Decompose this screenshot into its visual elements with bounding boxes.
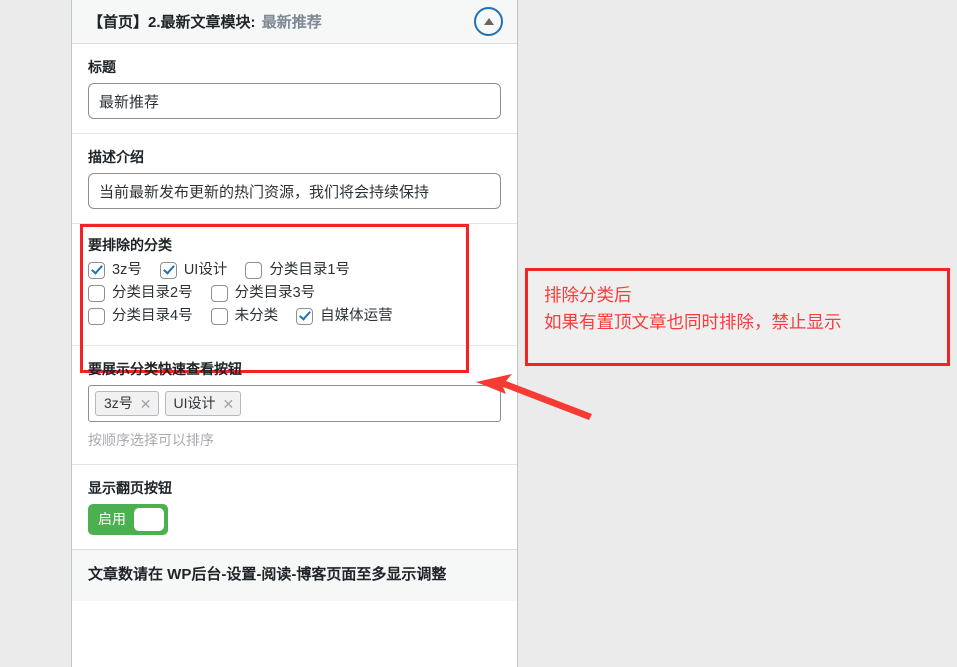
checkbox-label: 分类目录3号 [234, 284, 316, 301]
checkbox-label: 自媒体运营 [320, 307, 393, 324]
checkbox-box[interactable] [88, 261, 105, 279]
checkbox-label: 未分类 [234, 307, 279, 324]
checkbox-label: 分类目录2号 [112, 284, 193, 301]
annotation-line-2: 如果有置顶文章也同时排除，禁止显示 [544, 312, 842, 333]
field-show-pagination: 显示翻页按钮 启用 [72, 465, 517, 549]
chip-ui-design[interactable]: UI设计 ✕ [164, 390, 242, 417]
checkbox-box[interactable] [159, 261, 177, 279]
footer-note: 文章数请在 WP后台-设置-阅读-博客页面至多显示调整 [72, 548, 517, 602]
description-input[interactable] [88, 173, 501, 210]
panel-body: 标题 描述介绍 要排除的分类 3z号 UI设计 [72, 44, 517, 602]
field-quick-view-label: 要展示分类快速查看按钮 [88, 360, 242, 377]
field-quick-view-categories: 要展示分类快速查看按钮 3z号 ✕ UI设计 ✕ 按顺序选择可以排序 [72, 346, 517, 464]
checkbox-item-uncategorized[interactable]: 未分类 [210, 307, 279, 325]
collapse-section-button[interactable] [474, 7, 503, 36]
checkbox-label: 分类目录4号 [112, 307, 193, 324]
customizer-panel: 【首页】2.最新文章模块: 最新推荐 标题 描述介绍 要排除的分类 [71, 0, 518, 667]
checkbox-box[interactable] [296, 307, 314, 325]
checkbox-item-ui-design[interactable]: UI设计 [159, 261, 228, 279]
checkbox-item-3z[interactable]: 3z号 [88, 261, 142, 279]
checkbox-item-category-3[interactable]: 分类目录3号 [210, 284, 316, 302]
field-title-label: 标题 [88, 59, 116, 75]
checkbox-row: 分类目录4号 未分类 自媒体运营 [88, 307, 501, 325]
field-quick-view-hint: 按顺序选择可以排序 [88, 432, 214, 449]
checkbox-row: 分类目录2号 分类目录3号 [88, 284, 501, 302]
field-title: 标题 [72, 44, 517, 133]
checkbox-rows: 3z号 UI设计 分类目录1号 分类目录2号 分类目录3号 分类目录4号 未分类… [88, 261, 501, 325]
chip-label: 3z号 [104, 394, 133, 411]
field-exclude-categories: 要排除的分类 3z号 UI设计 分类目录1号 分类目录2号 分类目录3号 分类目… [72, 224, 517, 374]
field-description-label: 描述介绍 [88, 149, 144, 166]
annotation-callout: 排除分类后 如果有置顶文章也同时排除，禁止显示 [525, 268, 950, 366]
panel-title-sub: 最新推荐 [261, 14, 322, 31]
toggle-label: 启用 [98, 511, 126, 528]
checkbox-label: 3z号 [112, 261, 142, 278]
annotation-line-1: 排除分类后 [544, 285, 632, 305]
page-title: 【首页】2.最新文章模块: 最新推荐 [88, 11, 474, 32]
field-exclude-categories-label: 要排除的分类 [88, 237, 172, 254]
close-icon[interactable]: ✕ [140, 397, 152, 411]
checkbox-label: 分类目录1号 [269, 261, 350, 278]
field-show-pagination-label: 显示翻页按钮 [88, 479, 172, 496]
checkbox-item-category-1[interactable]: 分类目录1号 [245, 261, 350, 279]
show-pagination-toggle[interactable]: 启用 [88, 503, 168, 535]
checkbox-item-category-4[interactable]: 分类目录4号 [88, 307, 193, 325]
checkbox-box[interactable] [245, 261, 263, 279]
checkbox-label: UI设计 [183, 261, 228, 278]
panel-header: 【首页】2.最新文章模块: 最新推荐 [72, 0, 517, 44]
toggle-knob[interactable] [134, 507, 164, 531]
field-description: 描述介绍 [72, 134, 517, 223]
panel-title-main: 【首页】2.最新文章模块: [88, 14, 256, 31]
checkbox-box[interactable] [210, 307, 228, 325]
close-icon[interactable]: ✕ [223, 397, 235, 411]
checkbox-box[interactable] [210, 284, 228, 302]
chips-input[interactable]: 3z号 ✕ UI设计 ✕ [88, 384, 501, 423]
checkbox-item-self-media[interactable]: 自媒体运营 [296, 307, 393, 325]
title-input[interactable] [88, 83, 501, 120]
chip-3z[interactable]: 3z号 ✕ [95, 390, 159, 417]
checkbox-box[interactable] [88, 284, 105, 302]
checkbox-box[interactable] [88, 307, 105, 325]
chip-label: UI设计 [173, 394, 216, 411]
checkbox-item-category-2[interactable]: 分类目录2号 [88, 284, 193, 302]
caret-up-icon [483, 18, 494, 25]
checkbox-row: 3z号 UI设计 分类目录1号 [88, 261, 501, 279]
